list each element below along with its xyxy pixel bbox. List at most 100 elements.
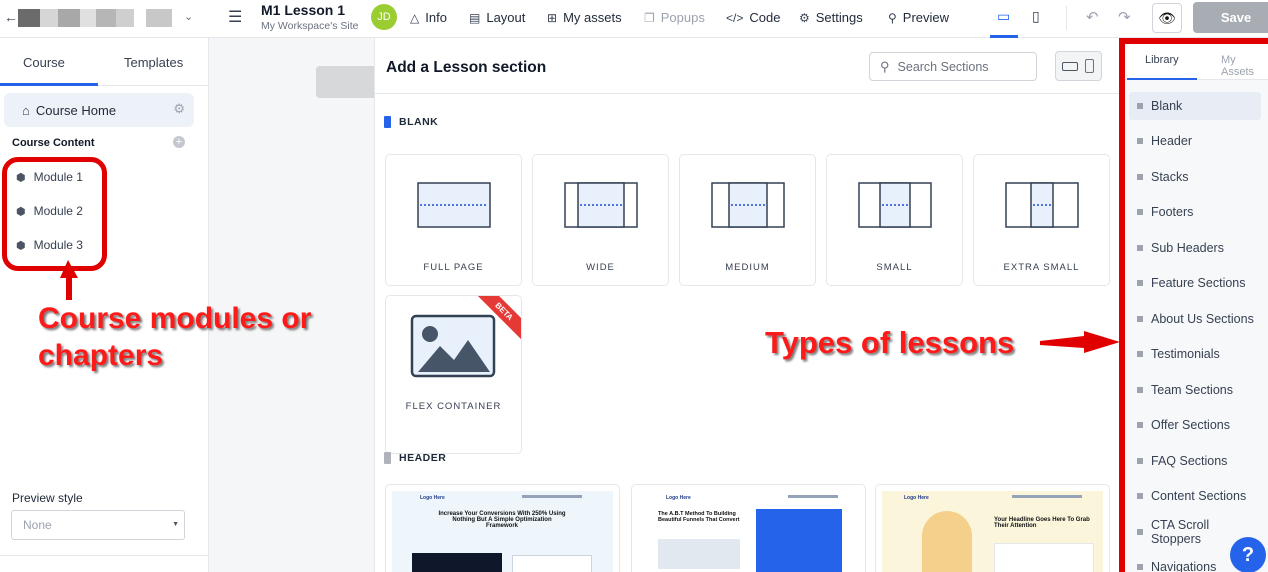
course-content-label: Course Content xyxy=(12,137,95,149)
library-panel: Library My Assets Blank Header Stacks Fo… xyxy=(1119,38,1268,572)
divider xyxy=(1066,6,1067,30)
template-nav xyxy=(1012,495,1082,498)
arrow-left-icon[interactable]: ← xyxy=(4,9,18,25)
nav-preview[interactable]: ⚲ Preview xyxy=(888,10,949,25)
bullet-icon xyxy=(1137,387,1143,393)
blank-card-extra-small[interactable]: EXTRA SMALL xyxy=(973,154,1110,286)
course-home-item[interactable]: ⌂ Course Home ⚙ xyxy=(4,93,194,127)
settings-icon: ⚙ xyxy=(799,10,810,25)
home-icon: ⌂ xyxy=(22,102,30,118)
mobile-preview-icon[interactable] xyxy=(1085,59,1094,73)
warning-triangle-icon: △ xyxy=(410,10,420,25)
search-placeholder: Search Sections xyxy=(897,59,989,74)
nav-popups[interactable]: ❐ Popups xyxy=(644,10,705,25)
tab-library[interactable]: Library xyxy=(1145,54,1179,66)
question-mark-icon[interactable]: ? xyxy=(1230,537,1266,572)
bullet-icon xyxy=(1137,529,1143,535)
blank-card-wide[interactable]: WIDE xyxy=(532,154,669,286)
header-template-3[interactable]: Logo Here Your Headline Goes Here To Gra… xyxy=(875,484,1110,572)
tab-templates[interactable]: Templates xyxy=(124,55,183,70)
library-item-sub-headers[interactable]: Sub Headers xyxy=(1129,234,1261,262)
modal-header: Add a Lesson section ⚲ Search Sections xyxy=(375,38,1120,94)
annotation-text: Types of lessons xyxy=(765,325,1015,360)
header-template-2[interactable]: Logo Here The A.B.T Method To Building B… xyxy=(631,484,866,572)
section-heading-header: HEADER xyxy=(384,452,446,464)
canvas-placeholder-button[interactable] xyxy=(316,66,374,98)
nav-settings[interactable]: ⚙ Settings xyxy=(799,10,863,25)
tab-course[interactable]: Course xyxy=(23,55,65,70)
header-template-1[interactable]: Logo Here Increase Your Conversions With… xyxy=(385,484,620,572)
bullet-icon xyxy=(1137,174,1143,180)
library-item-footers[interactable]: Footers xyxy=(1129,198,1261,226)
avatar[interactable]: JD xyxy=(371,4,397,30)
flex-container-card[interactable]: BETA FLEX CONTAINER xyxy=(385,295,522,454)
hamburger-menu-icon[interactable]: ☰ xyxy=(228,7,242,27)
bullet-icon xyxy=(1137,564,1143,570)
chevron-down-icon[interactable]: ⌄ xyxy=(184,10,193,23)
course-home-label: Course Home xyxy=(35,102,117,118)
library-item-offer-sections[interactable]: Offer Sections xyxy=(1129,411,1261,439)
library-item-stacks[interactable]: Stacks xyxy=(1129,163,1261,191)
library-item-content-sections[interactable]: Content Sections xyxy=(1129,482,1261,510)
bullet-icon xyxy=(1137,245,1143,251)
gear-icon[interactable]: ⚙ xyxy=(173,101,185,117)
caret-down-icon: ▼ xyxy=(172,521,179,528)
view-toggle[interactable] xyxy=(1055,51,1102,81)
desktop-preview-icon[interactable] xyxy=(1062,62,1078,71)
library-item-about-us-sections[interactable]: About Us Sections xyxy=(1129,305,1261,333)
code-icon: </> xyxy=(726,10,744,25)
add-section-modal: Add a Lesson section ⚲ Search Sections B… xyxy=(374,38,1120,572)
bullet-icon xyxy=(1137,458,1143,464)
template-image xyxy=(756,509,842,572)
blurred-site-name[interactable] xyxy=(18,9,172,27)
bullet-icon xyxy=(1137,316,1143,322)
search-sections-input[interactable]: ⚲ Search Sections xyxy=(869,52,1037,81)
tab-my-assets[interactable]: My Assets xyxy=(1221,54,1268,78)
library-item-testimonials[interactable]: Testimonials xyxy=(1129,340,1261,368)
template-person-image xyxy=(922,511,972,572)
template-headline: Increase Your Conversions With 250% Usin… xyxy=(438,511,566,529)
medium-layout-icon xyxy=(711,182,785,228)
popups-icon: ❐ xyxy=(644,10,655,25)
save-button[interactable]: Save xyxy=(1193,2,1268,33)
template-logo: Logo Here xyxy=(420,495,445,501)
template-form xyxy=(658,539,740,569)
search-icon: ⚲ xyxy=(888,10,897,25)
section-heading-blank: BLANK xyxy=(384,116,438,128)
blank-card-medium[interactable]: MEDIUM xyxy=(679,154,816,286)
template-headline: The A.B.T Method To Building Beautiful F… xyxy=(658,511,740,523)
preview-style-select[interactable]: None ▼ xyxy=(11,510,185,540)
undo-icon[interactable]: ↶ xyxy=(1086,8,1099,26)
nav-info[interactable]: △ Info xyxy=(410,10,447,25)
nav-code[interactable]: </> Code xyxy=(726,10,780,25)
modal-title: Add a Lesson section xyxy=(386,59,547,76)
library-item-team-sections[interactable]: Team Sections xyxy=(1129,376,1261,404)
layout-icon: ▤ xyxy=(469,10,481,25)
template-nav xyxy=(788,495,838,498)
bullet-icon xyxy=(1137,103,1143,109)
mobile-view-icon[interactable]: ▯ xyxy=(1032,8,1040,25)
wide-layout-icon xyxy=(564,182,638,228)
bullet-icon xyxy=(1137,280,1143,286)
redo-icon[interactable]: ↷ xyxy=(1118,8,1131,26)
template-logo: Logo Here xyxy=(666,495,691,501)
add-content-button[interactable]: + xyxy=(173,136,185,148)
active-tab-indicator xyxy=(1127,78,1197,80)
desktop-view-icon[interactable]: ▭ xyxy=(997,8,1010,25)
bullet-icon xyxy=(1137,493,1143,499)
nav-layout[interactable]: ▤ Layout xyxy=(469,10,525,25)
site-name: My Workspace's Site xyxy=(261,20,359,32)
lesson-title: M1 Lesson 1 xyxy=(261,2,346,18)
section-marker xyxy=(384,116,391,128)
library-item-blank[interactable]: Blank xyxy=(1129,92,1261,120)
library-item-faq-sections[interactable]: FAQ Sections xyxy=(1129,447,1261,475)
top-bar: ← ⌄ ☰ M1 Lesson 1 My Workspace's Site JD… xyxy=(0,0,1268,38)
nav-my-assets[interactable]: ⊞ My assets xyxy=(547,10,622,25)
library-tabs: Library My Assets xyxy=(1125,44,1268,80)
library-item-header[interactable]: Header xyxy=(1129,127,1261,155)
library-item-feature-sections[interactable]: Feature Sections xyxy=(1129,269,1261,297)
blank-card-small[interactable]: SMALL xyxy=(826,154,963,286)
blank-card-full-page[interactable]: FULL PAGE xyxy=(385,154,522,286)
eye-icon[interactable]: 👁 xyxy=(1152,3,1182,33)
assets-icon: ⊞ xyxy=(547,10,558,25)
